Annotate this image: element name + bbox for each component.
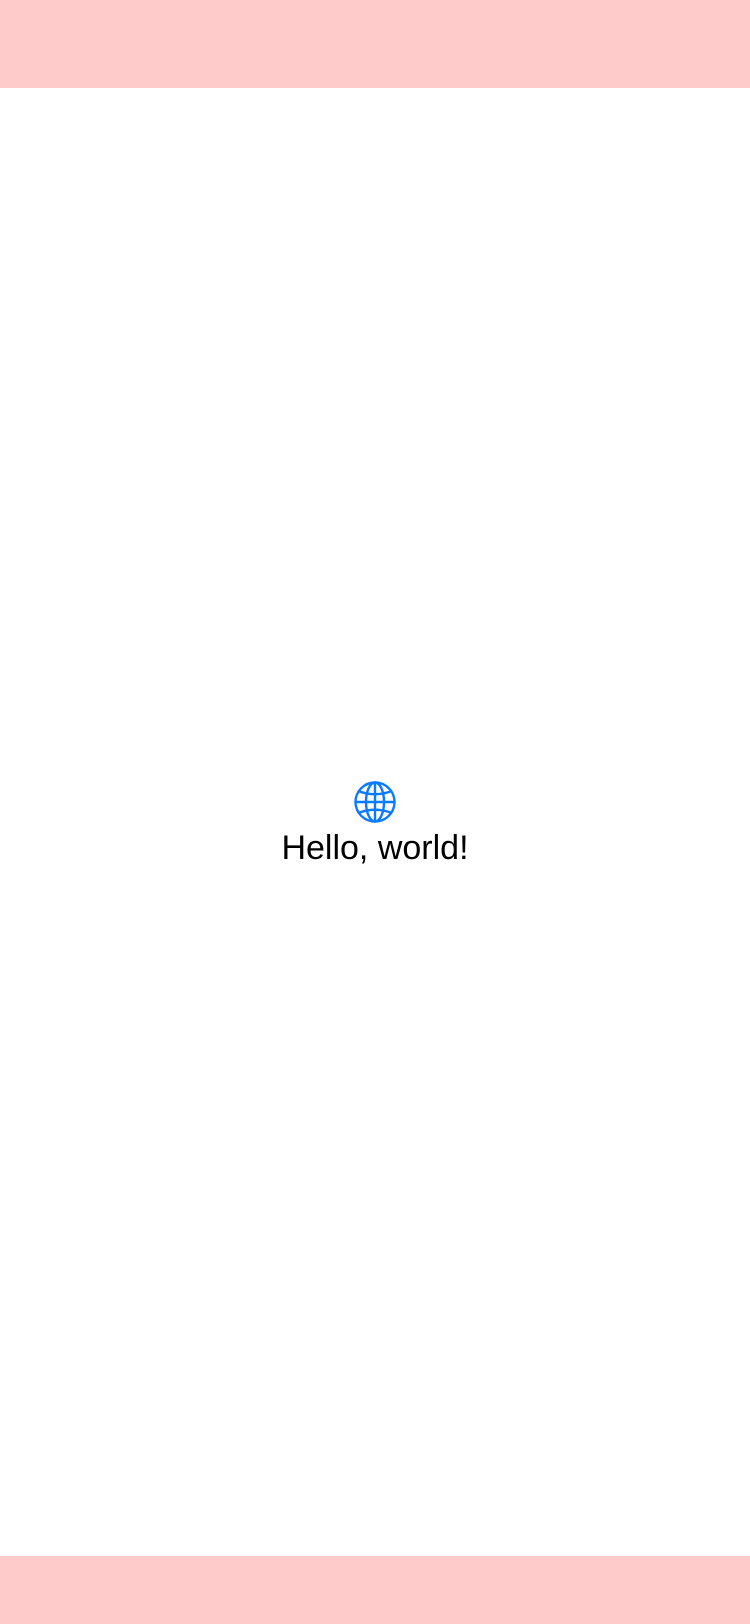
top-safe-area-bar (0, 0, 750, 88)
globe-icon (354, 781, 396, 823)
bottom-safe-area-bar (0, 1556, 750, 1624)
greeting-text: Hello, world! (281, 829, 469, 867)
content-stack: Hello, world! (0, 780, 750, 868)
